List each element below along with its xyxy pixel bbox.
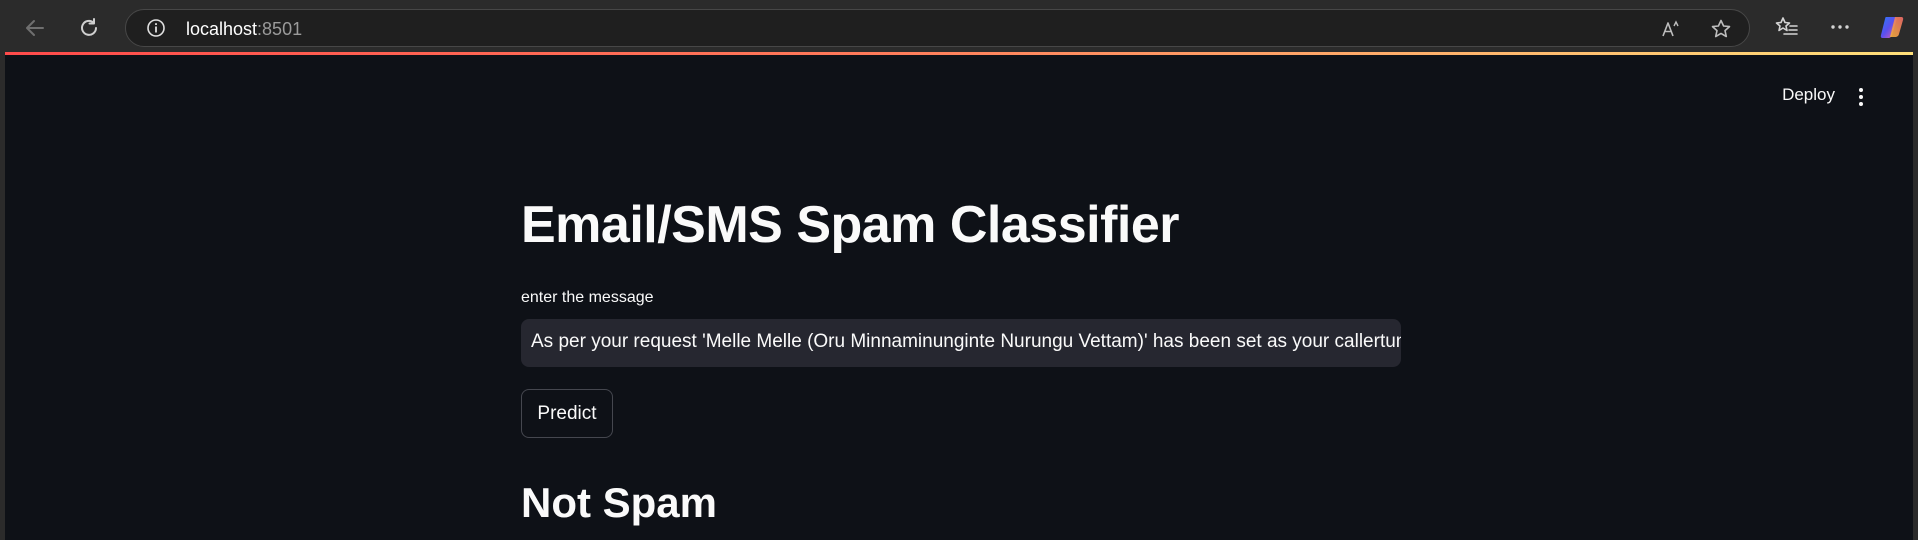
url-port: :8501: [257, 19, 303, 39]
app-container: Deploy Email/SMS Spam Classifier enter t…: [5, 55, 1913, 540]
favorites-icon[interactable]: [1773, 13, 1801, 41]
reload-button[interactable]: [72, 11, 106, 45]
message-input-label: enter the message: [521, 289, 654, 306]
back-button[interactable]: [18, 11, 52, 45]
url-text[interactable]: localhost:8501: [186, 19, 302, 40]
main-menu-button[interactable]: [1851, 86, 1871, 108]
vertical-dots-icon: [1859, 88, 1863, 106]
read-aloud-icon[interactable]: [1660, 18, 1682, 40]
browser-toolbar: localhost:8501: [0, 0, 1918, 54]
url-host: localhost: [186, 19, 258, 39]
arrow-left-icon: [26, 20, 44, 36]
copilot-icon[interactable]: [1878, 13, 1906, 41]
more-options-icon[interactable]: [1826, 13, 1854, 41]
page-title: Email/SMS Spam Classifier: [521, 196, 1180, 254]
favorite-star-icon[interactable]: [1710, 18, 1732, 40]
address-bar[interactable]: localhost:8501: [125, 9, 1750, 47]
predict-button[interactable]: Predict: [521, 389, 613, 438]
message-input[interactable]: As per your request 'Melle Melle (Oru Mi…: [521, 319, 1401, 367]
prediction-result: Not Spam: [521, 479, 718, 526]
deploy-button[interactable]: Deploy: [1782, 85, 1835, 105]
info-icon[interactable]: [146, 18, 166, 38]
reload-icon: [81, 18, 97, 36]
